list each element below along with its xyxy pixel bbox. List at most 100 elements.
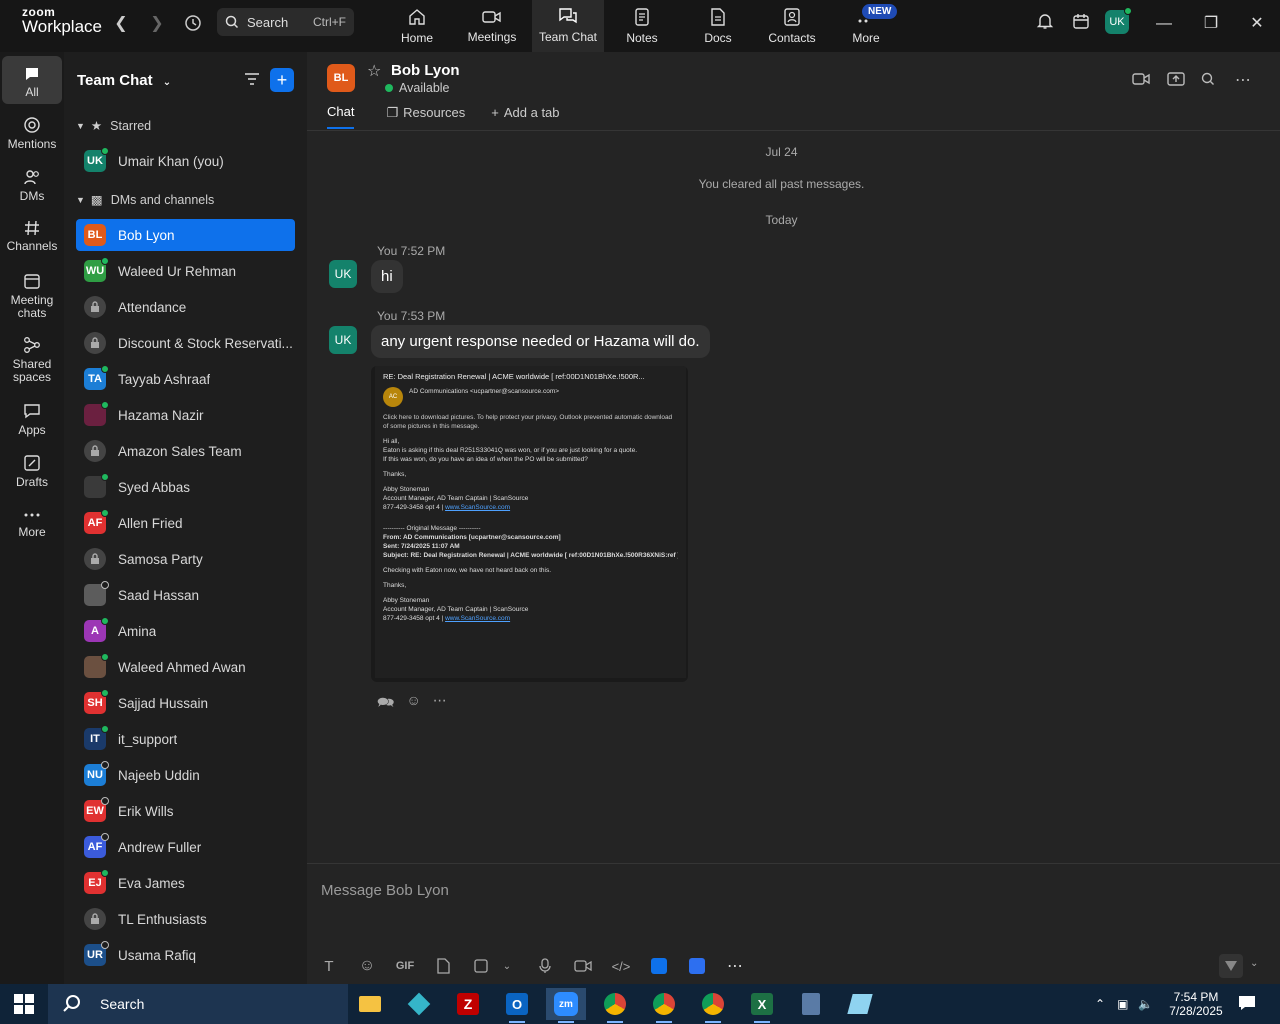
dm-list-item[interactable]: Amazon Sales Team bbox=[76, 435, 295, 467]
emoji-icon[interactable]: ☺ bbox=[357, 956, 377, 976]
profile-avatar[interactable]: UK bbox=[1105, 7, 1132, 34]
history-icon[interactable] bbox=[183, 14, 203, 34]
search-box[interactable]: Search Ctrl+F bbox=[217, 8, 354, 36]
back-arrow-icon[interactable]: ❮ bbox=[111, 14, 131, 34]
app-diamond-icon[interactable] bbox=[399, 988, 439, 1020]
notepad-icon[interactable] bbox=[840, 988, 880, 1020]
dm-list-item[interactable]: Saad Hassan bbox=[76, 579, 295, 611]
restore-button[interactable]: ❐ bbox=[1199, 12, 1223, 36]
clock[interactable]: 7:54 PM 7/28/2025 bbox=[1166, 984, 1226, 1024]
volume-icon[interactable]: 🔈 bbox=[1138, 997, 1153, 1011]
message-bubble[interactable]: hi bbox=[371, 260, 403, 293]
rail-channels[interactable]: Channels bbox=[2, 220, 62, 253]
file-explorer-icon[interactable] bbox=[350, 988, 390, 1020]
tab-add[interactable]: + Add a tab bbox=[491, 104, 559, 129]
nav-contacts[interactable]: Contacts bbox=[756, 0, 828, 52]
chrome-icon[interactable] bbox=[644, 988, 684, 1023]
rail-more[interactable]: More bbox=[2, 508, 62, 539]
rail-drafts[interactable]: Drafts bbox=[2, 454, 62, 489]
dm-list-item[interactable]: AF Andrew Fuller bbox=[76, 831, 295, 863]
taskbar-search[interactable]: Search bbox=[48, 984, 348, 1024]
tab-resources[interactable]: ❐ Resources bbox=[386, 104, 465, 129]
filezilla-icon[interactable]: Z bbox=[448, 988, 488, 1020]
dm-list-item[interactable]: IT it_support bbox=[76, 723, 295, 755]
video-message-icon[interactable] bbox=[573, 956, 593, 976]
rail-dms[interactable]: DMs bbox=[2, 168, 62, 203]
bell-icon[interactable] bbox=[1033, 12, 1057, 36]
dm-list-item[interactable]: UR Usama Rafiq bbox=[76, 939, 295, 971]
message-bubble[interactable]: any urgent response needed or Hazama wil… bbox=[371, 325, 710, 358]
contact-name[interactable]: Bob Lyon bbox=[391, 62, 460, 79]
filter-icon[interactable] bbox=[244, 72, 260, 91]
nav-home[interactable]: Home bbox=[381, 0, 453, 52]
dm-list-item[interactable]: Discount & Stock Reservati... bbox=[76, 327, 295, 359]
dm-list-item[interactable]: EW Erik Wills bbox=[76, 795, 295, 827]
image-attachment[interactable]: RE: Deal Registration Renewal | ACME wor… bbox=[371, 366, 688, 682]
more-options-icon[interactable]: ⋯ bbox=[725, 956, 745, 976]
starred-section-header[interactable]: ▼ ★ Starred bbox=[76, 118, 151, 134]
gif-icon[interactable]: GIF bbox=[395, 956, 415, 976]
search-icon[interactable] bbox=[1201, 72, 1215, 91]
dms-section-header[interactable]: ▼ ▩ DMs and channels bbox=[76, 192, 214, 208]
windows-start-icon[interactable] bbox=[14, 994, 34, 1019]
dm-list-item[interactable]: Waleed Ahmed Awan bbox=[76, 651, 295, 683]
screenshot-icon[interactable] bbox=[471, 956, 491, 976]
app-icon-blue[interactable] bbox=[649, 956, 669, 976]
new-chat-button[interactable]: + bbox=[270, 68, 294, 92]
minimize-button[interactable]: — bbox=[1152, 12, 1176, 36]
team-chat-dropdown[interactable]: Team Chat ⌄ bbox=[77, 72, 171, 89]
calendar-gift-icon[interactable] bbox=[1069, 12, 1093, 36]
zoom-taskbar-icon[interactable]: zm bbox=[546, 988, 586, 1023]
file-icon[interactable] bbox=[433, 956, 453, 976]
chrome-icon[interactable] bbox=[595, 988, 635, 1023]
dm-list-item[interactable]: Hazama Nazir bbox=[76, 399, 295, 431]
dm-list-item[interactable]: Attendance bbox=[76, 291, 295, 323]
excel-icon[interactable]: X bbox=[742, 988, 782, 1023]
nav-docs[interactable]: Docs bbox=[682, 0, 754, 52]
dm-list-item[interactable]: Syed Abbas bbox=[76, 471, 295, 503]
rail-mentions[interactable]: Mentions bbox=[2, 116, 62, 151]
dm-list-item[interactable]: SH Sajjad Hussain bbox=[76, 687, 295, 719]
rail-shared-spaces[interactable]: Shared spaces bbox=[2, 336, 62, 384]
dm-list-item[interactable]: NU Najeeb Uddin bbox=[76, 759, 295, 791]
microphone-icon[interactable] bbox=[535, 956, 555, 976]
notifications-icon[interactable] bbox=[1237, 994, 1257, 1017]
reply-icon[interactable]: 🗪 bbox=[377, 692, 394, 716]
more-options-icon[interactable]: ⋯ bbox=[433, 692, 447, 716]
dm-list-item[interactable]: TL Enthusiasts bbox=[76, 903, 295, 935]
nav-team-chat[interactable]: Team Chat bbox=[532, 0, 604, 52]
nav-notes[interactable]: Notes bbox=[606, 0, 678, 52]
share-screen-icon[interactable] bbox=[1167, 71, 1185, 92]
tab-chat[interactable]: Chat bbox=[327, 104, 355, 129]
dm-list-item[interactable]: BL Bob Lyon bbox=[76, 219, 295, 251]
code-snippet-icon[interactable]: </> bbox=[611, 956, 631, 976]
outlook-icon[interactable]: O bbox=[497, 988, 537, 1023]
dm-list-item[interactable]: Samosa Party bbox=[76, 543, 295, 575]
star-outline-icon[interactable]: ☆ bbox=[367, 61, 381, 81]
format-text-icon[interactable]: T bbox=[319, 956, 339, 976]
dm-list-item[interactable]: TA Tayyab Ashraaf bbox=[76, 363, 295, 395]
starred-item[interactable]: UK Umair Khan (you) bbox=[76, 145, 295, 177]
chevron-down-icon[interactable]: ⌄ bbox=[497, 956, 517, 976]
forward-arrow-icon[interactable]: ❯ bbox=[147, 14, 167, 34]
dm-list-item[interactable]: AF Allen Fried bbox=[76, 507, 295, 539]
dm-list-item[interactable]: EJ Eva James bbox=[76, 867, 295, 899]
close-button[interactable]: ✕ bbox=[1245, 12, 1269, 36]
network-icon[interactable]: ▣ bbox=[1117, 997, 1128, 1011]
rail-meeting-chats[interactable]: Meeting chats bbox=[2, 272, 62, 320]
more-options-icon[interactable]: ⋯ bbox=[1235, 70, 1251, 90]
video-call-icon[interactable] bbox=[1132, 72, 1150, 91]
chrome-icon[interactable] bbox=[693, 988, 733, 1023]
chevron-down-icon[interactable]: ⌄ bbox=[1250, 958, 1258, 969]
rail-all[interactable]: All bbox=[2, 56, 62, 104]
zoom-app-icon[interactable] bbox=[687, 956, 707, 976]
dm-list-item[interactable]: A Amina bbox=[76, 615, 295, 647]
nav-meetings[interactable]: Meetings bbox=[456, 0, 528, 52]
chevron-up-icon[interactable]: ⌃ bbox=[1095, 997, 1105, 1011]
send-icon[interactable] bbox=[1219, 954, 1243, 978]
emoji-react-icon[interactable]: ☺ bbox=[406, 692, 420, 716]
dm-list-item[interactable]: WU Waleed Ur Rehman bbox=[76, 255, 295, 287]
message-input[interactable] bbox=[321, 878, 1221, 902]
calculator-icon[interactable] bbox=[791, 988, 831, 1020]
rail-apps[interactable]: Apps bbox=[2, 402, 62, 437]
